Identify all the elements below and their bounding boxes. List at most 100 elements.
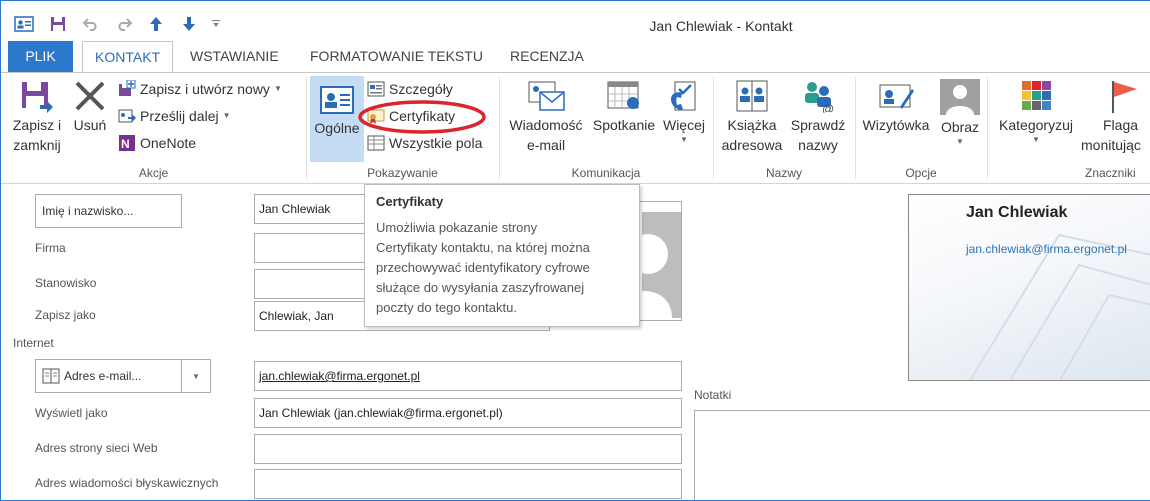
company-label: Firma (35, 241, 66, 255)
group-separator (306, 77, 307, 179)
job-title-label: Stanowisko (35, 276, 97, 290)
business-card-preview[interactable]: Jan Chlewiak jan.chlewiak@firma.ergonet.… (908, 194, 1150, 381)
email-field[interactable]: jan.chlewiak@firma.ergonet.pl (254, 361, 682, 391)
address-book-label-2: adresowa (721, 137, 783, 153)
save-and-close-button[interactable]: Zapisz i zamknij (7, 75, 67, 155)
tooltip-line: poczty do tego kontaktu. (376, 300, 517, 315)
delete-label: Usuń (73, 117, 107, 133)
tab-formatowanie-tekstu[interactable]: FORMATOWANIE TEKSTU (298, 41, 495, 72)
internet-section-label: Internet (13, 336, 54, 350)
check-names-button[interactable]: @ Sprawdź nazwy (787, 75, 849, 155)
meeting-label: Spotkanie (592, 117, 656, 133)
notes-label: Notatki (694, 388, 732, 402)
general-view-button[interactable]: Ogólne (310, 76, 364, 162)
details-label: Szczegóły (389, 81, 453, 97)
photo-placeholder-icon (638, 212, 681, 318)
categorize-label: Kategoryzuj (999, 117, 1073, 133)
forward-dropdown-icon: ▼ (222, 111, 231, 120)
business-card-icon (879, 84, 914, 109)
group-label-komunikacja: Komunikacja (571, 166, 641, 180)
delete-x-icon (75, 81, 105, 111)
full-name-button[interactable]: Imię i nazwisko... (35, 194, 182, 228)
email-type-chevron-icon: ▼ (192, 371, 200, 381)
title-bar: Jan Chlewiak - Kontakt (1, 1, 1150, 45)
group-separator (499, 77, 500, 179)
more-button[interactable]: Więcej ▼ (659, 75, 709, 145)
address-book-label-1: Książka (727, 117, 777, 133)
ribbon: Zapisz i zamknij Usuń Zapisz i utwórz no… (1, 72, 1150, 184)
svg-text:N: N (121, 137, 130, 151)
follow-up-label-2: monitując (1081, 137, 1141, 153)
save-close-icon (22, 82, 53, 113)
email-label-1: Wiadomość (509, 117, 583, 133)
details-icon (367, 81, 385, 97)
save-and-new-button[interactable]: Zapisz i utwórz nowy ▼ (118, 78, 282, 100)
tab-plik[interactable]: PLIK (8, 41, 73, 72)
follow-up-button[interactable]: Flaga monitując (1079, 75, 1150, 155)
categorize-button[interactable]: Kategoryzuj ▼ (993, 75, 1079, 145)
general-card-icon (320, 86, 354, 114)
address-book-button[interactable]: Książka adresowa (717, 75, 787, 155)
im-address-label: Adres wiadomości błyskawicznych (35, 476, 219, 490)
full-name-field[interactable]: Jan Chlewiak (254, 194, 366, 224)
address-book-icon (736, 80, 768, 112)
email-envelope-icon (528, 81, 565, 111)
follow-up-flag-icon (1112, 81, 1137, 113)
save-new-dropdown-icon: ▼ (273, 84, 282, 93)
all-fields-button[interactable]: Wszystkie pola (367, 132, 482, 154)
ribbon-tabs: PLIK KONTAKT WSTAWIANIE FORMATOWANIE TEK… (1, 41, 1150, 73)
tab-recenzja[interactable]: RECENZJA (498, 41, 596, 72)
tooltip-body: Umożliwia pokazanie strony Certyfikaty k… (376, 218, 628, 318)
business-card-label: Wizytówka (862, 117, 930, 133)
email-button[interactable]: Wiadomość e-mail (505, 75, 587, 155)
tab-kontakt[interactable]: KONTAKT (82, 41, 174, 73)
highlight-ellipse (358, 100, 486, 134)
email-address-button-label: Adres e-mail... (64, 369, 142, 383)
meeting-button[interactable]: Spotkanie (588, 75, 660, 135)
company-field[interactable] (254, 233, 366, 263)
forward-button[interactable]: Prześlij dalej ▼ (118, 105, 231, 127)
general-label: Ogólne (314, 120, 360, 136)
window-title: Jan Chlewiak - Kontakt (649, 18, 793, 34)
categorize-grid-icon (1022, 81, 1051, 110)
picture-avatar-icon (940, 79, 980, 115)
tab-wstawianie[interactable]: WSTAWIANIE (178, 41, 291, 72)
group-label-opcje: Opcje (905, 166, 937, 180)
card-email: jan.chlewiak@firma.ergonet.pl (966, 242, 1127, 256)
tooltip-line: służące do wysyłania zaszyfrowanej (376, 280, 585, 295)
group-label-nazwy: Nazwy (765, 166, 802, 180)
web-page-label: Adres strony sieci Web (35, 441, 158, 455)
forward-label: Prześlij dalej (140, 108, 219, 124)
more-phone-icon (671, 81, 696, 111)
job-title-field[interactable] (254, 269, 366, 299)
check-names-label-2: nazwy (798, 137, 838, 153)
tooltip-line: przechowywać identyfikatory cyfrowe (376, 260, 590, 275)
save-close-label-2: zamknij (13, 137, 61, 153)
check-names-icon: @ (805, 82, 834, 113)
onenote-button[interactable]: N OneNote (118, 132, 196, 154)
contact-photo[interactable] (637, 201, 682, 321)
certificates-tooltip: Certyfikaty Umożliwia pokazanie strony C… (364, 184, 640, 327)
onenote-label: OneNote (140, 135, 197, 151)
card-background-pattern (969, 233, 1150, 380)
card-name: Jan Chlewiak (966, 204, 1068, 221)
check-names-label-1: Sprawdź (790, 117, 846, 133)
email-address-button[interactable]: Adres e-mail... (35, 359, 182, 393)
business-card-button[interactable]: Wizytówka (858, 75, 934, 135)
delete-button[interactable]: Usuń (69, 75, 111, 135)
display-as-field[interactable]: Jan Chlewiak (jan.chlewiak@firma.ergonet… (254, 398, 682, 428)
picture-dropdown-icon: ▼ (956, 137, 964, 146)
tooltip-line: Certyfikaty kontaktu, na której można (376, 240, 590, 255)
notes-field[interactable] (694, 410, 1150, 500)
group-separator (855, 77, 856, 179)
more-dropdown-icon: ▼ (680, 135, 688, 144)
all-fields-icon (367, 135, 385, 151)
tooltip-title: Certyfikaty (376, 194, 444, 209)
email-type-dropdown[interactable]: ▼ (181, 359, 211, 393)
group-label-pokazywanie: Pokazywanie (367, 166, 438, 180)
im-address-field[interactable] (254, 469, 682, 499)
svg-text:@: @ (822, 102, 834, 113)
picture-button[interactable]: Obraz ▼ (936, 75, 984, 147)
web-page-field[interactable] (254, 434, 682, 464)
details-button[interactable]: Szczegóły (367, 78, 453, 100)
